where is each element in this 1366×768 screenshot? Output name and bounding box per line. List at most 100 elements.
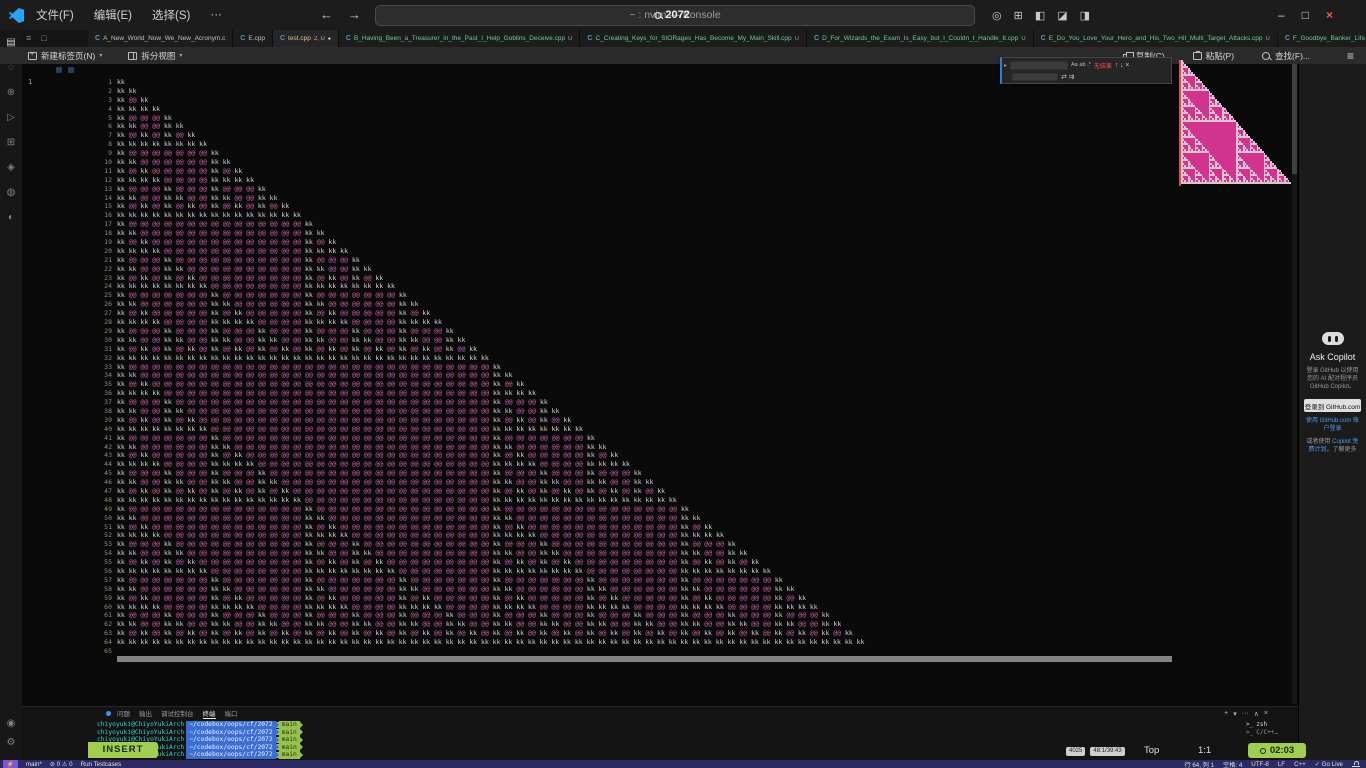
previous-match-icon[interactable]: ↑ — [1115, 62, 1119, 69]
run-debug-icon[interactable]: ▷ — [7, 113, 15, 123]
terminal-list-item-1[interactable]: >_C/C++… — [1246, 729, 1278, 738]
minimap[interactable] — [1181, 60, 1293, 186]
terminal-prompt-row: chiyoyuki@ChiyoYukiArch~/codebox/oops/cf… — [97, 721, 303, 729]
editor-file-icon[interactable]: □ — [41, 33, 46, 43]
replace-icon[interactable]: ⇄ — [1061, 74, 1067, 81]
layout-secondary-sidebar-icon[interactable]: ◨ — [1080, 9, 1090, 22]
new-terminal-icon[interactable]: + — [1224, 710, 1228, 718]
prompt-git-branch: main — [279, 729, 300, 737]
next-match-icon[interactable]: ↓ — [1120, 62, 1124, 69]
editor-tab-7[interactable]: CF_Goodbye_Banker_Life.cppU — [1278, 30, 1366, 47]
panel-tab-3[interactable]: 终端 — [203, 708, 216, 719]
copilot-chat-icon[interactable]: ◐ — [8, 213, 14, 223]
profile-icon[interactable]: ◎ — [992, 9, 1002, 22]
buffer-line: 32kk kk kk kk kk kk kk kk kk kk kk kk kk… — [88, 354, 1292, 363]
terminal-prompt-row: chiyoyuki@ChiyoYukiArch~/codebox/oops/cf… — [97, 729, 303, 737]
settings-gear-icon[interactable]: ⚙ — [7, 738, 16, 748]
statusbar-right-5[interactable]: ✓ Go Live — [1315, 761, 1343, 768]
layout-panel-icon[interactable]: ◪ — [1057, 9, 1067, 22]
remote-explorer-icon[interactable]: ◍ — [7, 188, 16, 198]
github-alt-signin-link[interactable]: 使用 GitHub.com 账户登录 — [1304, 417, 1361, 433]
maximize-button[interactable]: □ — [1302, 8, 1309, 22]
command-center-search[interactable]: 2072 — [654, 9, 689, 21]
terminal-dropdown-icon[interactable]: ▾ — [1233, 710, 1237, 718]
notifications-bell-icon[interactable] — [1352, 761, 1360, 768]
new-tab-button[interactable]: 新建标签页(N) ▾ — [28, 50, 102, 62]
extensions-icon[interactable]: ⊞ — [7, 138, 15, 148]
replace-all-icon[interactable]: ⇉ — [1069, 74, 1075, 81]
copilot-icon — [1322, 332, 1344, 345]
find-input[interactable] — [1010, 61, 1068, 70]
command-center[interactable]: ~ : nvim — Konsole 2072 — [375, 5, 975, 26]
buffer-line: 31kk @@ kk @@ kk @@ kk @@ kk @@ kk @@ kk… — [88, 345, 1292, 354]
panel-tab-4[interactable]: 端口 — [225, 708, 238, 719]
find-toggle-.*[interactable]: .* — [1087, 62, 1091, 68]
statusbar-right-1[interactable]: 空格: 4 — [1223, 760, 1242, 768]
prompt-path: ~/codebox/oops/cf/2072 — [186, 736, 275, 744]
editor-tab-4[interactable]: CC_Creating_Keys_for_StORages_Has_Become… — [580, 30, 807, 47]
hamburger-menu-icon[interactable]: ≡ — [1347, 49, 1354, 63]
buffer-line: 54kk kk @@ @@ kk kk @@ @@ @@ @@ @@ @@ @@… — [88, 549, 1292, 558]
editor-tab-6[interactable]: CE_Do_You_Love_Your_Hero_and_His_Two_Hit… — [1034, 30, 1278, 47]
prompt-path: ~/codebox/oops/cf/2072 — [186, 721, 275, 729]
more-actions-icon[interactable]: ··· — [1242, 710, 1249, 718]
back-icon[interactable]: ← — [320, 7, 333, 22]
toggle-replace-icon[interactable]: ▸ — [1004, 62, 1007, 69]
editor-list-icon[interactable]: ≡ — [26, 33, 31, 43]
statusbar-left-2[interactable]: Run Testcases — [81, 761, 121, 768]
statusbar-left-0[interactable]: main* — [26, 761, 42, 768]
terminal-output[interactable]: chiyoyuki@ChiyoYukiArch~/codebox/oops/cf… — [97, 721, 303, 759]
remote-indicator[interactable]: ⚡ — [3, 760, 18, 768]
forward-icon[interactable]: → — [348, 7, 361, 22]
panel-tab-1[interactable]: 输出 — [139, 708, 152, 719]
search-icon[interactable]: ◌ — [8, 63, 14, 73]
buffer-line: 17kk @@ @@ @@ @@ @@ @@ @@ @@ @@ @@ @@ @@… — [88, 220, 1292, 229]
editor-tab-1[interactable]: CE.cpp — [233, 30, 273, 47]
editor-tab-2[interactable]: Ctest.cpp2, U● — [273, 30, 339, 47]
statusbar-left-1[interactable]: ⊘ 0 ⚠ 0 — [50, 761, 73, 768]
testing-icon[interactable]: ◈ — [7, 163, 15, 173]
statusbar-right-4[interactable]: C++ — [1294, 761, 1306, 768]
maximize-panel-icon[interactable]: ∧ — [1254, 710, 1259, 718]
menu-item-3[interactable]: ··· — [210, 9, 222, 21]
editor-tab-0[interactable]: CA_New_World_Now_We_New_Acronym.c — [88, 30, 233, 47]
prompt-path: ~/codebox/oops/cf/2072 — [186, 729, 275, 737]
close-button[interactable]: × — [1326, 8, 1333, 22]
terminal-name: zsh — [1256, 721, 1267, 728]
close-panel-icon[interactable]: × — [1264, 710, 1268, 718]
apps-grid-icon[interactable]: ⊞ — [1014, 9, 1023, 22]
editor-tab-3[interactable]: CB_Having_Been_a_Treasurer_in_the_Past_I… — [339, 30, 581, 47]
menu-item-2[interactable]: 选择(S) — [152, 7, 190, 23]
replace-input[interactable] — [1012, 73, 1058, 81]
github-signin-button[interactable]: 登录到 GitHub.com — [1304, 399, 1361, 412]
nvim-buffer[interactable]: 1kk2kk kk3kk @@ kk4kk kk kk kk5kk @@ @@ … — [88, 78, 1292, 658]
buffer-line: 27kk @@ kk @@ @@ @@ @@ @@ kk @@ kk @@ @@… — [88, 309, 1292, 318]
menu-item-1[interactable]: 编辑(E) — [94, 7, 132, 23]
find-toggle-ab[interactable]: ab — [1079, 62, 1085, 68]
statusbar-right-2[interactable]: UTF-8 — [1251, 761, 1269, 768]
new-tab-icon — [28, 52, 37, 60]
close-find-icon[interactable]: × — [1125, 62, 1129, 69]
powerline-arrow-icon — [300, 729, 303, 735]
minimize-button[interactable]: – — [1278, 8, 1285, 22]
menu-item-0[interactable]: 文件(F) — [36, 7, 74, 23]
terminal-list-item-0[interactable]: >_zsh — [1246, 720, 1278, 729]
source-control-icon[interactable]: ⊕ — [7, 88, 15, 98]
split-view-button[interactable]: 拆分视图 ▾ — [128, 50, 182, 62]
buffer-line: 47kk @@ kk @@ kk @@ kk @@ kk @@ kk @@ kk… — [88, 487, 1292, 496]
statusbar-right-0[interactable]: 行 64, 列 1 — [1184, 760, 1214, 768]
prompt-user: chiyoyuki@ChiyoYukiArch — [97, 721, 184, 728]
buffer-line: 24kk kk kk kk kk kk kk kk @@ @@ @@ @@ @@… — [88, 282, 1292, 291]
panel-tab-2[interactable]: 调试控制台 — [161, 708, 194, 719]
layout-sidebar-icon[interactable]: ◧ — [1035, 9, 1045, 22]
statusbar-right-3[interactable]: LF — [1278, 761, 1285, 768]
panel-tab-0[interactable]: 问题 — [117, 708, 130, 719]
vscode-logo-icon[interactable] — [9, 8, 24, 23]
find-toggle-Aa[interactable]: Aa — [1071, 62, 1078, 68]
powerline-arrow-icon — [300, 737, 303, 743]
cpp-file-icon: C — [1285, 35, 1290, 42]
editor-tab-5[interactable]: CD_For_Wizards_the_Exam_Is_Easy_but_I_Co… — [807, 30, 1034, 47]
buffer-line: 51kk @@ kk @@ @@ @@ @@ @@ @@ @@ @@ @@ @@… — [88, 523, 1292, 532]
account-icon[interactable]: ◉ — [7, 719, 16, 729]
buffer-line: 19kk @@ kk @@ @@ @@ @@ @@ @@ @@ @@ @@ @@… — [88, 238, 1292, 247]
